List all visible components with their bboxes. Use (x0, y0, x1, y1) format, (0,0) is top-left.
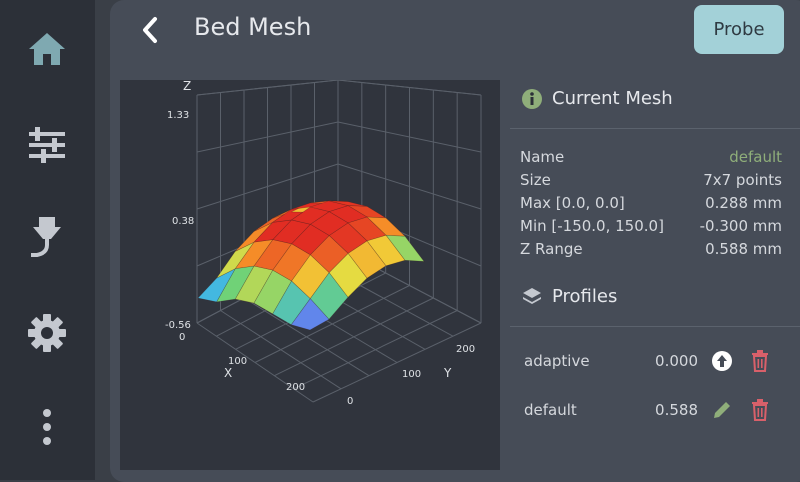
profile-range: 0.000 (655, 352, 698, 370)
nav-more[interactable] (22, 402, 72, 452)
tune-icon (29, 127, 65, 163)
x-tick: 200 (286, 382, 305, 393)
mesh-info-row: Min [-150.0, 150.0] -0.300 mm (520, 217, 782, 235)
z-tick: -0.56 (165, 320, 191, 331)
mesh-info-row: Size 7x7 points (520, 171, 782, 189)
y-tick: 100 (402, 369, 421, 380)
nav-tune[interactable] (22, 120, 72, 170)
x-tick: 0 (179, 332, 185, 343)
upload-icon (712, 351, 732, 371)
profiles-title: Profiles (552, 286, 618, 307)
info-icon (522, 88, 542, 109)
probe-button[interactable]: Probe (694, 5, 784, 54)
back-button[interactable] (130, 10, 170, 50)
y-tick: 0 (347, 396, 353, 407)
layers-icon (523, 287, 541, 304)
nav-settings[interactable] (22, 308, 72, 358)
nav-home[interactable] (22, 24, 72, 74)
current-mesh-header: Current Mesh (522, 88, 673, 109)
gear-icon (28, 314, 66, 352)
delete-profile-button[interactable] (748, 398, 772, 422)
profiles-header: Profiles (522, 286, 617, 307)
profile-name: adaptive (524, 352, 590, 370)
x-axis-label: X (224, 366, 232, 380)
divider (510, 326, 800, 327)
mesh-info-row: Z Range 0.588 mm (520, 240, 782, 258)
divider (510, 128, 800, 129)
profile-range: 0.588 (655, 401, 698, 419)
mesh-plot-canvas: Z 1.33 0.38 -0.56 0 100 200 X 200 100 0 … (165, 79, 482, 407)
mesh-info-row: Max [0.0, 0.0] 0.288 mm (520, 194, 782, 212)
z-tick: 1.33 (167, 110, 189, 121)
trash-icon (752, 350, 768, 372)
extruder-icon (31, 217, 61, 257)
edit-profile-button[interactable] (710, 398, 734, 422)
profile-name: default (524, 401, 577, 419)
plot-gridline (312, 322, 482, 403)
z-axis-label: Z (183, 80, 191, 93)
profile-row[interactable]: adaptive 0.000 (524, 346, 784, 376)
page-title: Bed Mesh (194, 13, 312, 41)
main-panel: Bed Mesh Probe Z 1.33 0.38 -0.56 0 100 2… (110, 0, 800, 482)
profile-row[interactable]: default 0.588 (524, 395, 784, 425)
load-profile-button[interactable] (710, 349, 734, 373)
trash-icon (752, 399, 768, 421)
sidebar (0, 0, 95, 480)
nav-extrude[interactable] (22, 212, 72, 262)
mesh-info-row: Name default (520, 148, 782, 166)
chevron-left-icon (143, 17, 157, 43)
current-mesh-title: Current Mesh (552, 88, 673, 109)
y-tick: 200 (456, 344, 475, 355)
more-vertical-icon (43, 409, 51, 445)
z-tick: 0.38 (172, 216, 194, 227)
delete-profile-button[interactable] (748, 349, 772, 373)
y-axis-label: Y (443, 366, 452, 380)
edit-icon (714, 402, 730, 418)
home-icon (29, 33, 65, 65)
mesh-plot[interactable]: Z 1.33 0.38 -0.56 0 100 200 X 200 100 0 … (120, 79, 500, 470)
